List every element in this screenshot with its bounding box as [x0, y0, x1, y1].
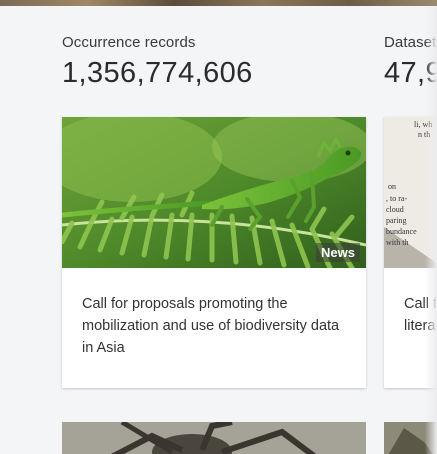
- scroll-shade: [425, 6, 437, 454]
- document-fragment: on: [388, 182, 396, 191]
- document-fragment: paring: [386, 216, 406, 225]
- stat-label: Occurrence records: [62, 34, 196, 51]
- card-title[interactable]: Call for proposals promoting the mobiliz…: [62, 268, 366, 359]
- document-fragment: with th: [386, 238, 408, 247]
- lizard-on-fern-image[interactable]: News: [62, 117, 366, 268]
- document-fragment: cloud: [386, 205, 404, 214]
- news-card[interactable]: News Call for proposals promoting the mo…: [62, 117, 366, 388]
- stat-occurrence-records[interactable]: Occurrence records 1,356,774,606: [62, 34, 253, 90]
- stat-value: 1,356,774,606: [62, 57, 253, 89]
- spider-image-svg: [62, 422, 366, 454]
- spider-image[interactable]: [62, 422, 366, 454]
- header-image-strip: [0, 0, 437, 6]
- document-fragment: bundance: [386, 227, 417, 236]
- page: Occurrence records 1,356,774,606 Dataset…: [0, 0, 437, 454]
- news-badge: News: [316, 243, 360, 262]
- document-fragment: , to ra-: [386, 194, 407, 203]
